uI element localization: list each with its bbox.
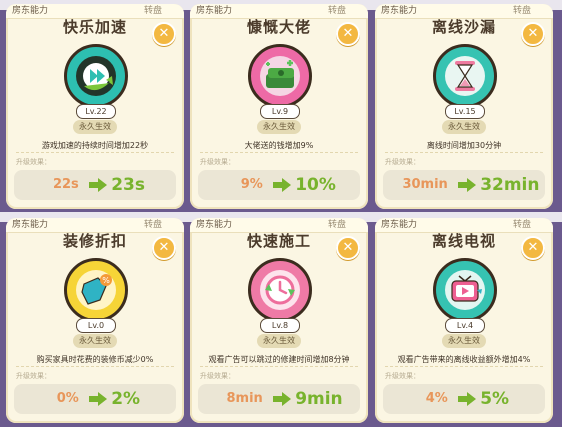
upgrade-preview: 0% 2% (14, 384, 176, 414)
money-stack-icon (248, 44, 312, 108)
fast-forward-icon (64, 44, 128, 108)
permanent-badge: 永久生效 (73, 334, 117, 348)
arrow-right-icon (88, 178, 107, 192)
ability-card-renovation-discount: 房东能力 转盘 装修折扣 ✕ % Lv.0 永久生效 购买家具时花费的装修币减少0… (6, 218, 184, 423)
level-badge: Lv.4 (445, 318, 485, 333)
current-value: 22s (52, 177, 79, 192)
divider (200, 152, 358, 153)
upgrade-label: 升级效果： (385, 158, 420, 166)
ability-card-fast-construction: 房东能力 转盘 快速施工 ✕ Lv.8 永久生效 观看广告可以跳过的修建时间增加8… (190, 218, 368, 423)
current-value: 9% (240, 177, 263, 192)
current-value: 8min (226, 391, 263, 406)
permanent-badge: 永久生效 (73, 120, 117, 134)
next-value: 32min (480, 175, 540, 195)
close-button[interactable]: ✕ (521, 22, 545, 46)
permanent-badge: 永久生效 (442, 334, 486, 348)
ability-description: 游戏加速的持续时间增加22秒 (41, 141, 149, 150)
ability-card-generous-boss: 房东能力 转盘 慷慨大佬 ✕ Lv.9 永久生效 大佬送的钱增加9% 升级效果： … (190, 4, 368, 209)
upgrade-preview: 4% 5% (383, 384, 545, 414)
ability-description: 购买家具时花费的装修币减少0% (36, 355, 154, 364)
current-value: 30min (402, 177, 448, 192)
close-button[interactable]: ✕ (152, 236, 176, 260)
close-button[interactable]: ✕ (152, 22, 176, 46)
permanent-badge: 永久生效 (257, 120, 301, 134)
current-value: 4% (425, 391, 448, 406)
clock-refresh-icon (248, 258, 312, 322)
divider (16, 366, 174, 367)
hourglass-icon (433, 44, 497, 108)
current-value: 0% (56, 391, 79, 406)
ability-description: 观看广告可以跳过的修建时间增加8分钟 (208, 355, 350, 364)
permanent-badge: 永久生效 (442, 120, 486, 134)
level-badge: Lv.15 (445, 104, 485, 119)
next-value: 10% (295, 175, 336, 195)
permanent-badge: 永久生效 (257, 334, 301, 348)
level-badge: Lv.8 (260, 318, 300, 333)
divider (16, 152, 174, 153)
level-badge: Lv.0 (76, 318, 116, 333)
upgrade-label: 升级效果： (200, 372, 235, 380)
ability-card-fast-forward: 房东能力 转盘 快乐加速 ✕ Lv.22 永久生效 游戏加速的持续时间增加22秒 … (6, 4, 184, 209)
upgrade-label: 升级效果： (16, 158, 51, 166)
tv-icon (433, 258, 497, 322)
ability-description: 离线时间增加30分钟 (426, 141, 502, 150)
divider (385, 366, 543, 367)
level-badge: Lv.22 (76, 104, 116, 119)
close-button[interactable]: ✕ (336, 22, 360, 46)
divider (385, 152, 543, 153)
level-badge: Lv.9 (260, 104, 300, 119)
ability-card-offline-hourglass: 房东能力 转盘 离线沙漏 ✕ Lv.15 永久生效 离线时间增加30分钟 升级效果… (375, 4, 553, 209)
arrow-right-icon (457, 392, 476, 406)
divider (200, 366, 358, 367)
upgrade-label: 升级效果： (16, 372, 51, 380)
arrow-right-icon (272, 178, 291, 192)
svg-text:%: % (102, 276, 110, 285)
ability-description: 大佬送的钱增加9% (244, 141, 314, 150)
upgrade-preview: 30min 32min (383, 170, 545, 200)
upgrade-preview: 8min 9min (198, 384, 360, 414)
arrow-right-icon (457, 178, 476, 192)
upgrade-label: 升级效果： (385, 372, 420, 380)
discount-tag-icon: % (64, 258, 128, 322)
close-button[interactable]: ✕ (521, 236, 545, 260)
ability-card-offline-tv: 房东能力 转盘 离线电视 ✕ Lv.4 永久生效 观看广告带来的离线收益额外增加4… (375, 218, 553, 423)
arrow-right-icon (272, 392, 291, 406)
arrow-right-icon (88, 392, 107, 406)
upgrade-preview: 22s 23s (14, 170, 176, 200)
upgrade-label: 升级效果： (200, 158, 235, 166)
ability-description: 观看广告带来的离线收益额外增加4% (397, 355, 531, 364)
next-value: 2% (111, 389, 141, 409)
upgrade-preview: 9% 10% (198, 170, 360, 200)
next-value: 23s (111, 175, 145, 195)
next-value: 5% (480, 389, 510, 409)
close-button[interactable]: ✕ (336, 236, 360, 260)
next-value: 9min (295, 389, 343, 409)
